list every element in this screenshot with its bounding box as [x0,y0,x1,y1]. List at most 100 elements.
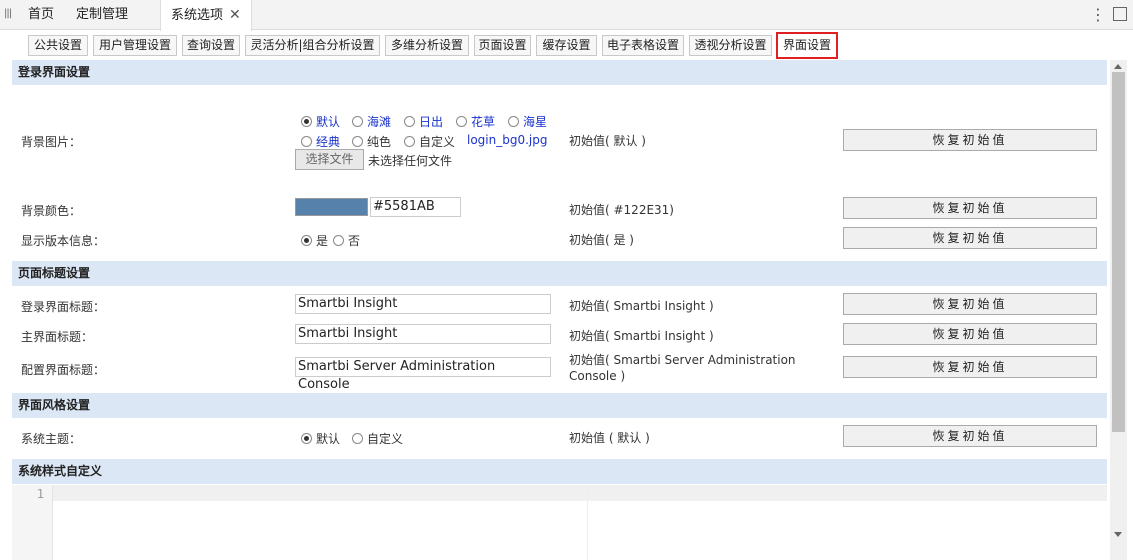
radio-bg-default-label: 默认 [316,115,341,129]
scroll-up-icon[interactable] [1114,64,1122,69]
choose-file-button[interactable]: 选择文件 [295,149,364,170]
subtab-pivot-analysis[interactable]: 透视分析设置 [689,35,772,56]
css-editor[interactable]: 1 [12,485,1107,560]
radio-bg-beach-label: 海滩 [367,115,392,129]
login-title-input[interactable]: Smartbi Insight [295,294,551,314]
maximize-icon[interactable] [1113,7,1127,21]
radio-dot-icon [301,235,312,246]
config-title-initial-line1: 初始值( Smartbi Server Administration [569,353,796,367]
reset-theme-button[interactable]: 恢复初始值 [843,425,1097,447]
radio-dot-icon [301,136,312,147]
radio-dot-icon [404,116,415,127]
radio-dot-icon [508,116,519,127]
tab-system-options-label: 系统选项 [171,8,224,23]
radio-bg-starfish-label: 海星 [523,115,548,129]
radio-bg-sunrise[interactable]: 日出 [404,113,443,130]
file-status-text: 未选择任何文件 [368,154,453,168]
radio-version-yes-label: 是 [316,234,329,248]
vertical-scrollbar[interactable] [1110,60,1127,560]
radio-bg-sunrise-label: 日出 [419,115,444,129]
subtab-multidimensional-analysis[interactable]: 多维分析设置 [385,35,469,56]
radio-bg-solid[interactable]: 纯色 [352,133,391,150]
main-title-input[interactable]: Smartbi Insight [295,324,551,344]
tab-system-options[interactable]: 系统选项 ✕ [160,0,252,31]
tab-home[interactable]: 首页 [28,0,54,30]
bg-color-label: 背景颜色： [21,204,82,218]
login-title-initial: 初始值( Smartbi Insight ) [569,299,714,313]
radio-theme-default[interactable]: 默认 [301,430,340,447]
radio-dot-icon [404,136,415,147]
scroll-down-icon[interactable] [1114,532,1122,537]
grip-icon[interactable]: ||| [4,8,12,19]
theme-initial: 初始值 ( 默认 ) [569,431,650,445]
config-title-initial-line2: Console ) [569,369,626,383]
radio-dot-icon [352,116,363,127]
radio-bg-solid-label: 纯色 [367,135,392,149]
editor-active-line[interactable] [53,485,1107,501]
subtab-spreadsheet[interactable]: 电子表格设置 [602,35,684,56]
radio-bg-beach[interactable]: 海滩 [352,113,391,130]
radio-version-no[interactable]: 否 [333,232,360,249]
radio-bg-classic[interactable]: 经典 [301,133,340,150]
subtab-user-management[interactable]: 用户管理设置 [93,35,177,56]
reset-bg-image-button[interactable]: 恢复初始值 [843,129,1097,151]
tab-custom-management-label: 定制管理 [76,7,129,22]
top-tab-bar: ||| 首页 定制管理 系统选项 ✕ ⋮ [0,0,1133,31]
show-version-label: 显示版本信息： [21,234,106,248]
bg-color-input[interactable]: #5581AB [370,197,461,217]
radio-bg-custom-label: 自定义 [419,135,456,149]
subtab-query[interactable]: 查询设置 [182,35,240,56]
radio-bg-classic-label: 经典 [316,135,341,149]
tab-custom-management[interactable]: 定制管理 [76,0,128,30]
main-title-initial: 初始值( Smartbi Insight ) [569,329,714,343]
editor-print-margin [587,485,588,560]
config-title-initial: 初始值( Smartbi Server Administration Conso… [569,352,796,384]
subtab-cache[interactable]: 缓存设置 [536,35,597,56]
section-page-title-header: 页面标题设置 [12,261,1107,286]
radio-dot-icon [333,235,344,246]
settings-content: 登录界面设置 背景图片： 默认 海滩 日出 花草 海星 经典 纯色 自定义 lo… [12,60,1107,560]
radio-dot-icon [301,433,312,444]
radio-bg-flowers-label: 花草 [471,115,496,129]
line-number: 1 [36,487,44,501]
bg-image-initial: 初始值( 默认 ) [569,134,646,148]
bg-image-label: 背景图片： [21,135,82,149]
tab-home-label: 首页 [28,7,55,22]
radio-bg-starfish[interactable]: 海星 [508,113,547,130]
scroll-thumb[interactable] [1112,72,1125,432]
editor-gutter: 1 [12,485,53,560]
close-icon[interactable]: ✕ [229,7,241,23]
reset-config-title-button[interactable]: 恢复初始值 [843,356,1097,378]
subtab-page[interactable]: 页面设置 [474,35,531,56]
radio-dot-icon [352,136,363,147]
radio-dot-icon [456,116,467,127]
subtab-public[interactable]: 公共设置 [28,35,88,56]
reset-main-title-button[interactable]: 恢复初始值 [843,323,1097,345]
more-vertical-icon[interactable]: ⋮ [1090,5,1106,25]
subtab-flexible-analysis[interactable]: 灵活分析|组合分析设置 [245,35,380,56]
section-style-header: 界面风格设置 [12,393,1107,418]
bg-color-initial: 初始值( #122E31) [569,203,674,217]
radio-version-no-label: 否 [348,234,361,248]
bg-color-swatch[interactable] [295,198,368,216]
radio-theme-default-label: 默认 [316,432,341,446]
subtab-interface[interactable]: 界面设置 [776,32,838,59]
radio-version-yes[interactable]: 是 [301,232,328,249]
theme-label: 系统主题： [21,432,82,446]
section-custom-style-header: 系统样式自定义 [12,459,1107,484]
radio-theme-custom-label: 自定义 [367,432,404,446]
radio-dot-icon [301,116,312,127]
radio-theme-custom[interactable]: 自定义 [352,430,403,447]
reset-login-title-button[interactable]: 恢复初始值 [843,293,1097,315]
reset-bg-color-button[interactable]: 恢复初始值 [843,197,1097,219]
section-login-header: 登录界面设置 [12,60,1107,85]
radio-dot-icon [352,433,363,444]
config-title-input[interactable]: Smartbi Server Administration Console [295,357,551,392]
main-title-label: 主界面标题： [21,330,94,344]
radio-bg-flowers[interactable]: 花草 [456,113,495,130]
custom-bg-file-link[interactable]: login_bg0.jpg [467,133,547,147]
reset-show-version-button[interactable]: 恢复初始值 [843,227,1097,249]
radio-bg-custom[interactable]: 自定义 [404,133,455,150]
config-title-label: 配置界面标题： [21,363,106,377]
radio-bg-default[interactable]: 默认 [301,113,340,130]
